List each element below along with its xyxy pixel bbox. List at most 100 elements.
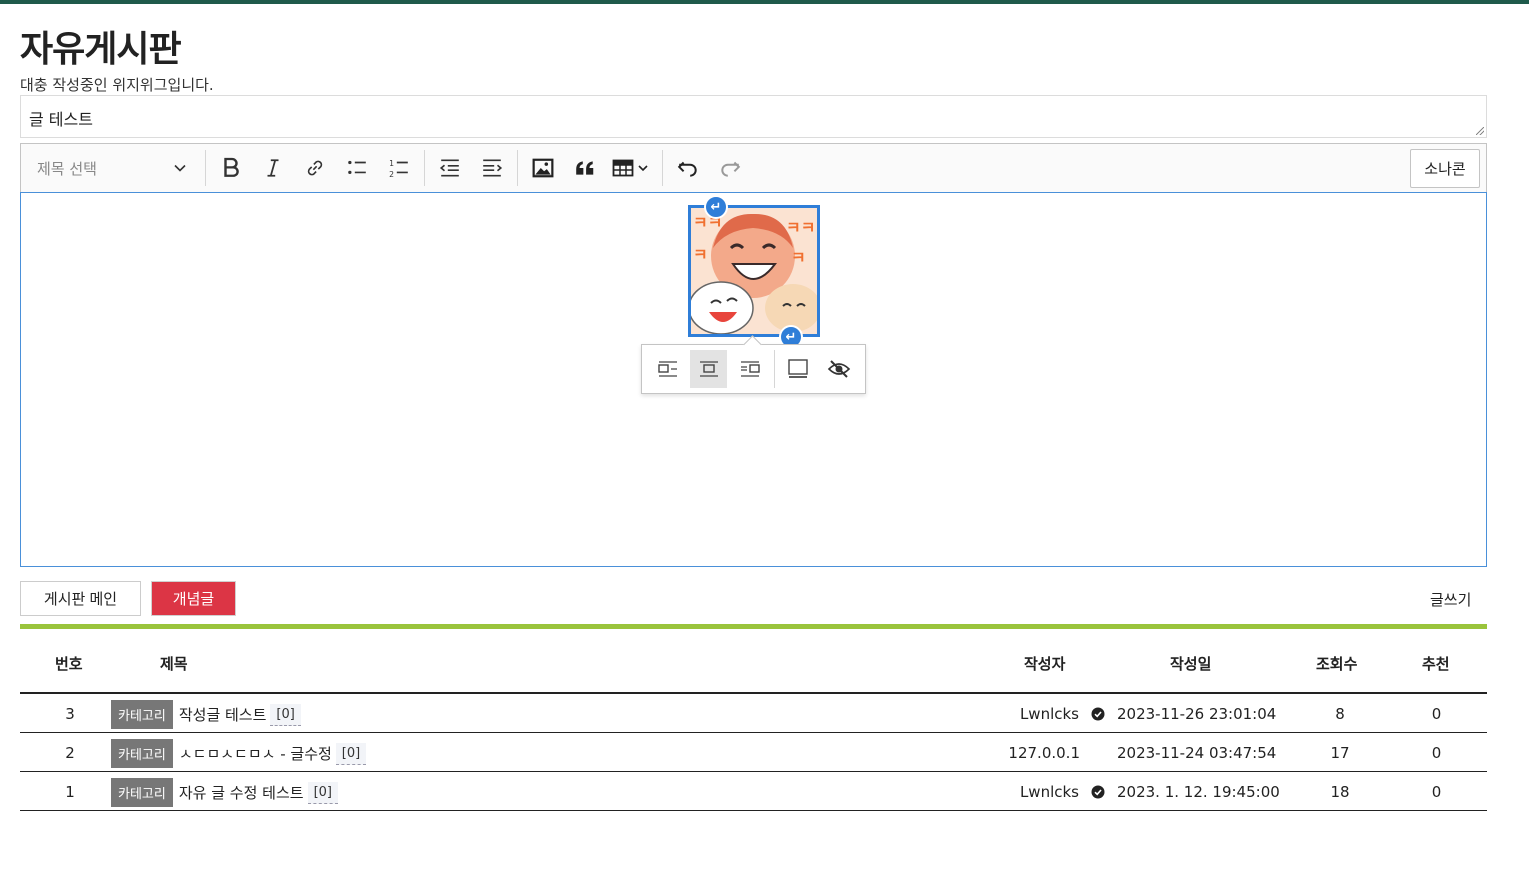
row-author: 127.0.0.1 xyxy=(980,744,1080,762)
author-name[interactable]: 127.0.0.1 xyxy=(1008,744,1080,762)
insert-image-button[interactable] xyxy=(522,144,564,193)
page-title: 자유게시판 xyxy=(20,29,182,70)
post-title-value: 글 테스트 xyxy=(29,110,93,129)
post-list-table: 번호 제목 작성자 작성일 조회수 추천 3 카테고리 작성글 테스트 [0] … xyxy=(20,629,1487,811)
post-title-link[interactable]: ㅅㄷㅁㅅㄷㅁㅅ - 글수정 xyxy=(179,743,332,764)
svg-text:2: 2 xyxy=(389,170,394,179)
row-recommend: 0 xyxy=(1431,783,1442,801)
inserted-emoticon-image[interactable]: ㅋㅋ ㅋㅋ ㅋ ㅋ xyxy=(688,205,820,337)
heading-select[interactable]: 제목 선택 xyxy=(21,144,201,193)
redo-icon xyxy=(721,161,741,177)
outdent-icon xyxy=(439,159,459,177)
numbered-list-icon: 12 xyxy=(389,159,408,179)
insert-table-button[interactable] xyxy=(606,144,658,193)
editor-toolbar: 제목 선택 12 소나콘 xyxy=(20,143,1487,192)
monitor-icon xyxy=(788,359,808,378)
row-date: 2023-11-24 03:47:54 xyxy=(1117,744,1277,762)
row-title-cell[interactable]: 카테고리 작성글 테스트 [0] xyxy=(111,700,301,729)
hide-image-button[interactable] xyxy=(821,350,858,388)
row-num: 2 xyxy=(65,744,75,762)
category-badge[interactable]: 카테고리 xyxy=(111,700,173,729)
top-accent-bar xyxy=(0,0,1529,4)
row-author: Lwnlcks xyxy=(980,705,1105,723)
bulleted-list-button[interactable] xyxy=(336,144,378,193)
concept-posts-button[interactable]: 개념글 xyxy=(151,581,236,616)
outdent-button[interactable] xyxy=(429,144,471,193)
sonakon-button[interactable]: 소나콘 xyxy=(1410,149,1480,188)
undo-icon xyxy=(677,161,697,177)
svg-text:ㅋㅋ: ㅋㅋ xyxy=(786,218,815,237)
category-badge[interactable]: 카테고리 xyxy=(111,739,173,768)
insert-paragraph-before-icon[interactable]: ↵ xyxy=(704,195,728,219)
toolbar-separator xyxy=(205,150,206,186)
laughing-characters-image: ㅋㅋ ㅋㅋ ㅋ ㅋ xyxy=(691,208,817,334)
row-author: Lwnlcks xyxy=(980,783,1105,801)
toolbar-separator xyxy=(424,150,425,186)
write-post-link[interactable]: 글쓰기 xyxy=(1430,589,1471,610)
chevron-down-icon xyxy=(174,164,186,172)
row-recommend: 0 xyxy=(1431,705,1442,723)
verified-check-icon xyxy=(1091,707,1105,721)
table-row[interactable]: 2 카테고리 ㅅㄷㅁㅅㄷㅁㅅ - 글수정 [0] 127.0.0.1 2023-… xyxy=(20,733,1487,772)
comment-count: [0] xyxy=(335,742,367,765)
svg-text:ㅋ: ㅋ xyxy=(791,248,806,267)
bold-icon xyxy=(224,157,239,177)
quote-icon xyxy=(576,161,594,175)
row-date: 2023-11-26 23:01:04 xyxy=(1117,705,1277,723)
table-row[interactable]: 3 카테고리 작성글 테스트 [0] Lwnlcks 2023-11-26 23… xyxy=(20,694,1487,733)
post-title-input[interactable]: 글 테스트 xyxy=(20,95,1487,138)
heading-select-label: 제목 선택 xyxy=(37,159,97,178)
author-name[interactable]: Lwnlcks xyxy=(1020,783,1079,801)
table-row[interactable]: 1 카테고리 자유 글 수정 테스트 [0] Lwnlcks 2023. 1. … xyxy=(20,772,1487,811)
link-button[interactable] xyxy=(294,144,336,193)
header-recommend: 추천 xyxy=(1422,655,1450,673)
image-toolbar-separator xyxy=(773,350,775,388)
page-description: 대충 작성중인 위지위그입니다. xyxy=(20,76,214,94)
toolbar-separator xyxy=(662,150,663,186)
row-views: 17 xyxy=(1330,744,1350,762)
post-title-link[interactable]: 자유 글 수정 테스트 xyxy=(179,782,304,803)
undo-button[interactable] xyxy=(667,144,709,193)
row-title-cell[interactable]: 카테고리 ㅅㄷㅁㅅㄷㅁㅅ - 글수정 [0] xyxy=(111,739,367,768)
align-center-image-button[interactable] xyxy=(690,350,728,388)
italic-button[interactable] xyxy=(252,144,294,193)
row-views: 8 xyxy=(1335,705,1345,723)
bulleted-list-icon xyxy=(348,160,366,175)
image-icon xyxy=(532,158,554,178)
comment-count: [0] xyxy=(307,781,338,804)
row-title-cell[interactable]: 카테고리 자유 글 수정 테스트 [0] xyxy=(111,778,338,807)
header-author: 작성자 xyxy=(1024,655,1066,673)
image-caption-button[interactable] xyxy=(780,350,817,388)
svg-text:1: 1 xyxy=(389,159,394,168)
editor-content-area[interactable]: ㅋㅋ ㅋㅋ ㅋ ㅋ ↵ ↵ xyxy=(20,192,1487,567)
toolbar-separator xyxy=(517,150,518,186)
header-num: 번호 xyxy=(55,655,83,673)
resize-grip-icon[interactable] xyxy=(1476,127,1484,135)
indent-icon xyxy=(483,159,503,177)
italic-icon xyxy=(267,159,279,177)
align-center-icon xyxy=(699,361,718,377)
indent-button[interactable] xyxy=(471,144,513,193)
redo-button[interactable] xyxy=(709,144,751,193)
bold-button[interactable] xyxy=(210,144,252,193)
author-name[interactable]: Lwnlcks xyxy=(1020,705,1079,723)
board-main-button[interactable]: 게시판 메인 xyxy=(20,581,141,616)
link-icon xyxy=(307,160,323,176)
row-num: 1 xyxy=(65,783,75,801)
svg-text:ㅋ: ㅋ xyxy=(693,245,708,264)
align-left-image-button[interactable] xyxy=(649,350,686,388)
category-badge[interactable]: 카테고리 xyxy=(111,778,173,807)
post-title-link[interactable]: 작성글 테스트 xyxy=(179,704,267,725)
row-views: 18 xyxy=(1330,783,1350,801)
numbered-list-button[interactable]: 12 xyxy=(378,144,420,193)
table-icon xyxy=(612,159,648,177)
align-left-icon xyxy=(657,361,677,377)
verified-check-icon xyxy=(1091,785,1105,799)
table-header: 번호 제목 작성자 작성일 조회수 추천 xyxy=(20,629,1487,694)
block-quote-button[interactable] xyxy=(564,144,606,193)
comment-count: [0] xyxy=(270,703,301,726)
row-recommend: 0 xyxy=(1431,744,1442,762)
align-right-image-button[interactable] xyxy=(731,350,768,388)
header-date: 작성일 xyxy=(1170,655,1212,673)
header-title: 제목 xyxy=(160,655,188,673)
